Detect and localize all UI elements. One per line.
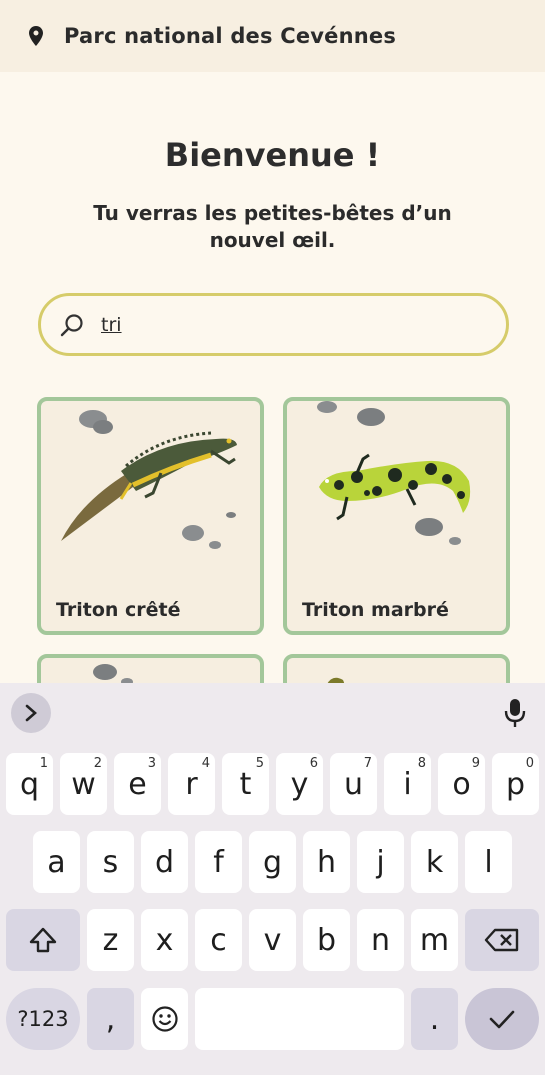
- page-title: Bienvenue !: [164, 136, 381, 174]
- key-f[interactable]: f: [195, 831, 242, 893]
- key-h[interactable]: h: [303, 831, 350, 893]
- shift-key[interactable]: [6, 909, 80, 971]
- emoji-icon: [151, 1006, 178, 1032]
- shift-icon: [29, 927, 57, 953]
- checkmark-icon: [489, 1010, 515, 1029]
- species-card-triton-crete[interactable]: Triton crêté: [37, 397, 264, 635]
- key-r[interactable]: r4: [168, 753, 215, 815]
- key-u[interactable]: u7: [330, 753, 377, 815]
- key-i[interactable]: i8: [384, 753, 431, 815]
- key-c[interactable]: c: [195, 909, 242, 971]
- page-subtitle: Tu verras les petites-bêtes d’un nouvel …: [93, 201, 452, 252]
- keyboard-toolbar: [0, 683, 545, 743]
- backspace-icon: [484, 928, 519, 952]
- key-p[interactable]: p0: [492, 753, 539, 815]
- key-v[interactable]: v: [249, 909, 296, 971]
- species-card-label: Triton marbré: [302, 599, 449, 621]
- key-s[interactable]: s: [87, 831, 134, 893]
- key-n[interactable]: n: [357, 909, 404, 971]
- backspace-key[interactable]: [465, 909, 539, 971]
- map-pin-icon: [29, 26, 43, 46]
- comma-key[interactable]: ,: [87, 988, 134, 1050]
- location-name: Parc national des Cevénnes: [64, 24, 397, 48]
- key-e[interactable]: e3: [114, 753, 161, 815]
- enter-key[interactable]: [465, 988, 539, 1050]
- symbols-key[interactable]: ?123: [6, 988, 80, 1050]
- search-icon: [60, 313, 83, 336]
- key-l[interactable]: l: [465, 831, 512, 893]
- species-card-triton-marbre[interactable]: Triton marbré: [283, 397, 510, 635]
- key-g[interactable]: g: [249, 831, 296, 893]
- period-key[interactable]: .: [411, 988, 458, 1050]
- chevron-right-icon[interactable]: [11, 693, 51, 733]
- key-m[interactable]: m: [411, 909, 458, 971]
- search-input[interactable]: [101, 313, 461, 336]
- key-a[interactable]: a: [33, 831, 80, 893]
- key-d[interactable]: d: [141, 831, 188, 893]
- key-t[interactable]: t5: [222, 753, 269, 815]
- key-o[interactable]: o9: [438, 753, 485, 815]
- key-q[interactable]: q1: [6, 753, 53, 815]
- key-k[interactable]: k: [411, 831, 458, 893]
- space-key[interactable]: [195, 988, 404, 1050]
- key-j[interactable]: j: [357, 831, 404, 893]
- emoji-key[interactable]: [141, 988, 188, 1050]
- key-x[interactable]: x: [141, 909, 188, 971]
- location-bar[interactable]: Parc national des Cevénnes: [0, 0, 545, 72]
- on-screen-keyboard: q1 w2 e3 r4 t5 y6 u7 i8 o9 p0 a s d f g …: [0, 683, 545, 1075]
- key-z[interactable]: z: [87, 909, 134, 971]
- key-b[interactable]: b: [303, 909, 350, 971]
- search-box[interactable]: [38, 293, 509, 356]
- species-card-label: Triton crêté: [56, 599, 181, 621]
- key-w[interactable]: w2: [60, 753, 107, 815]
- key-y[interactable]: y6: [276, 753, 323, 815]
- microphone-icon[interactable]: [503, 697, 527, 729]
